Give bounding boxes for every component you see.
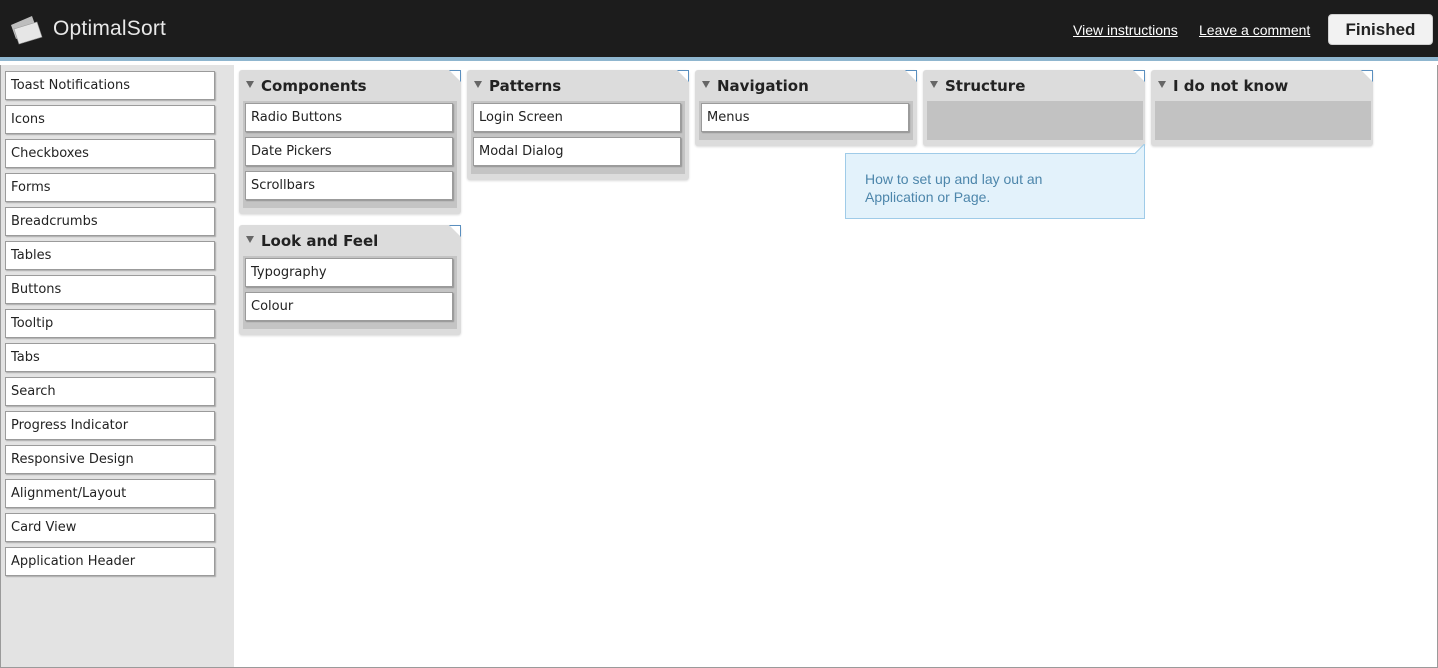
card-card-view[interactable]: Card View bbox=[5, 513, 215, 542]
card-colour[interactable]: Colour bbox=[245, 292, 453, 321]
tooltip-notch-edge bbox=[1135, 144, 1145, 154]
card-tabs[interactable]: Tabs bbox=[5, 343, 215, 372]
card-checkboxes[interactable]: Checkboxes bbox=[5, 139, 215, 168]
group-patterns[interactable]: Patterns Login Screen Modal Dialog bbox=[467, 70, 689, 180]
card-login-screen[interactable]: Login Screen bbox=[473, 103, 681, 132]
card-tooltip[interactable]: Tooltip bbox=[5, 309, 215, 338]
group-description-tooltip: How to set up and lay out an Application… bbox=[845, 144, 1145, 219]
group-header[interactable]: Structure bbox=[923, 70, 1145, 100]
group-header[interactable]: Look and Feel bbox=[239, 225, 461, 255]
view-instructions-link[interactable]: View instructions bbox=[1073, 22, 1178, 38]
card-typography[interactable]: Typography bbox=[245, 258, 453, 287]
group-look-and-feel[interactable]: Look and Feel Typography Colour bbox=[239, 225, 461, 335]
group-title[interactable]: Patterns bbox=[489, 77, 561, 95]
card-forms[interactable]: Forms bbox=[5, 173, 215, 202]
group-structure[interactable]: Structure bbox=[923, 70, 1145, 146]
card-buttons[interactable]: Buttons bbox=[5, 275, 215, 304]
group-title[interactable]: Navigation bbox=[717, 77, 809, 95]
collapse-triangle-icon[interactable] bbox=[1158, 81, 1166, 88]
collapse-triangle-icon[interactable] bbox=[930, 81, 938, 88]
card-search[interactable]: Search bbox=[5, 377, 215, 406]
group-card-list: Typography Colour bbox=[243, 256, 457, 329]
card-progress-indicator[interactable]: Progress Indicator bbox=[5, 411, 215, 440]
group-i-do-not-know[interactable]: I do not know bbox=[1151, 70, 1373, 146]
group-card-list: Radio Buttons Date Pickers Scrollbars bbox=[243, 101, 457, 208]
finished-button[interactable]: Finished bbox=[1328, 14, 1433, 45]
collapse-triangle-icon[interactable] bbox=[246, 236, 254, 243]
empty-drop-zone[interactable] bbox=[927, 101, 1143, 140]
group-title[interactable]: Look and Feel bbox=[261, 232, 378, 250]
empty-drop-zone[interactable] bbox=[1155, 101, 1371, 140]
group-card-list: Menus bbox=[699, 101, 913, 140]
app-header: OptimalSort View instructions Leave a co… bbox=[0, 0, 1438, 61]
card-alignment-layout[interactable]: Alignment/Layout bbox=[5, 479, 215, 508]
leave-comment-link[interactable]: Leave a comment bbox=[1199, 22, 1310, 38]
group-header[interactable]: I do not know bbox=[1151, 70, 1373, 100]
card-toast-notifications[interactable]: Toast Notifications bbox=[5, 71, 215, 100]
group-components[interactable]: Components Radio Buttons Date Pickers Sc… bbox=[239, 70, 461, 214]
card-scrollbars[interactable]: Scrollbars bbox=[245, 171, 453, 200]
group-title[interactable]: Structure bbox=[945, 77, 1025, 95]
group-header[interactable]: Navigation bbox=[695, 70, 917, 100]
collapse-triangle-icon[interactable] bbox=[246, 81, 254, 88]
card-tables[interactable]: Tables bbox=[5, 241, 215, 270]
group-header[interactable]: Components bbox=[239, 70, 461, 100]
group-header[interactable]: Patterns bbox=[467, 70, 689, 100]
group-title[interactable]: Components bbox=[261, 77, 367, 95]
card-responsive-design[interactable]: Responsive Design bbox=[5, 445, 215, 474]
collapse-triangle-icon[interactable] bbox=[474, 81, 482, 88]
optimalsort-logo-icon bbox=[11, 16, 43, 45]
group-navigation[interactable]: Navigation Menus bbox=[695, 70, 917, 146]
card-modal-dialog[interactable]: Modal Dialog bbox=[473, 137, 681, 166]
card-application-header[interactable]: Application Header bbox=[5, 547, 215, 576]
card-breadcrumbs[interactable]: Breadcrumbs bbox=[5, 207, 215, 236]
group-card-list: Login Screen Modal Dialog bbox=[471, 101, 685, 174]
tooltip-text-line2: Application or Page. bbox=[865, 189, 991, 205]
unsorted-cards-panel: Toast Notifications Icons Checkboxes For… bbox=[0, 65, 234, 668]
app-title: OptimalSort bbox=[53, 17, 167, 40]
collapse-triangle-icon[interactable] bbox=[702, 81, 710, 88]
group-title[interactable]: I do not know bbox=[1173, 77, 1288, 95]
card-date-pickers[interactable]: Date Pickers bbox=[245, 137, 453, 166]
card-radio-buttons[interactable]: Radio Buttons bbox=[245, 103, 453, 132]
card-menus[interactable]: Menus bbox=[701, 103, 909, 132]
tooltip-text-line1: How to set up and lay out an bbox=[865, 171, 1043, 187]
card-icons[interactable]: Icons bbox=[5, 105, 215, 134]
